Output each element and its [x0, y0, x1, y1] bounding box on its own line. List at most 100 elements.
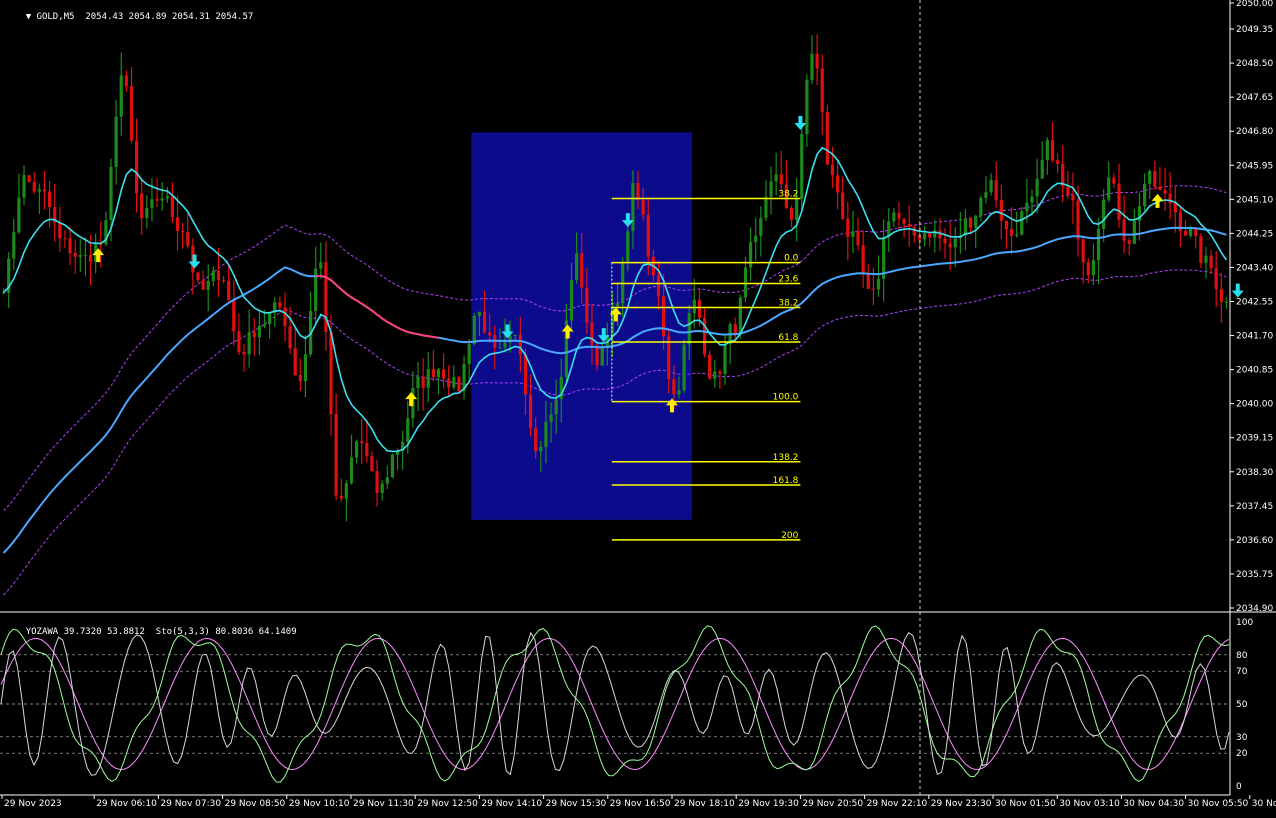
bear-candle-body [902, 218, 906, 224]
bear-candle-body [528, 394, 533, 429]
bear-candle-body [32, 182, 36, 192]
bear-candle-body [441, 369, 446, 379]
bear-candle-body [1219, 289, 1223, 303]
bull-candle-body [78, 255, 82, 257]
time-tick-label: 30 Nov 04:30 [1123, 799, 1184, 809]
bear-candle-body [140, 193, 144, 218]
bear-candle-body [124, 75, 128, 87]
bear-candle-body [63, 238, 67, 240]
fib-level-label: 200 [781, 531, 798, 541]
bull-candle-body [687, 313, 691, 345]
osc-tick-label: 0 [1236, 782, 1242, 792]
bear-candle-body [917, 235, 922, 240]
bull-candle-body [774, 174, 778, 182]
bear-candle-body [1194, 228, 1198, 237]
bear-candle-body [288, 326, 292, 349]
time-tick-label: 29 Nov 23:30 [931, 799, 992, 809]
price-tick-label: 2044.25 [1236, 229, 1273, 239]
bull-candle-body [759, 217, 763, 236]
bull-candle-body [206, 280, 210, 290]
bull-candle-body [1204, 255, 1208, 263]
osc-tick-label: 100 [1236, 618, 1253, 628]
bear-candle-body [221, 280, 226, 282]
osc-tick-label: 20 [1236, 749, 1248, 759]
bull-candle-body [1015, 234, 1019, 236]
bull-candle-body [83, 254, 88, 256]
price-tick-label: 2039.15 [1236, 434, 1273, 444]
bear-candle-body [431, 369, 435, 378]
bull-candle-body [165, 196, 169, 199]
bull-candle-body [498, 347, 502, 349]
time-tick-label: 29 Nov 22:10 [867, 799, 928, 809]
price-tick-label: 2038.30 [1236, 468, 1273, 478]
bear-candle-body [482, 311, 487, 333]
bear-candle-body [672, 379, 676, 395]
bear-candle-body [1004, 220, 1009, 230]
bull-candle-body [554, 399, 558, 415]
bull-candle-body [513, 335, 517, 337]
symbol-header: ▼ GOLD,M5 2054.43 2054.89 2054.31 2054.5… [4, 2, 254, 32]
bull-candle-body [467, 343, 471, 365]
price-tick-label: 2048.50 [1236, 59, 1273, 69]
bear-candle-body [360, 441, 364, 444]
symbol-menu-icon[interactable]: ▼ [26, 12, 37, 22]
bull-candle-body [626, 231, 630, 263]
bull-candle-body [319, 262, 323, 269]
bull-candle-body [1020, 211, 1024, 235]
price-tick-label: 2042.55 [1236, 297, 1273, 307]
bull-candle-body [600, 346, 604, 366]
bull-candle-body [1102, 199, 1106, 229]
bear-candle-body [1183, 230, 1188, 236]
bear-candle-body [370, 456, 374, 472]
bull-candle-body [355, 441, 359, 458]
bear-candle-body [1055, 160, 1060, 164]
bull-candle-body [1040, 160, 1044, 179]
bull-candle-body [892, 212, 896, 222]
bull-candle-body [349, 457, 354, 484]
sell-arrow-icon [188, 254, 201, 269]
bull-candle-body [539, 446, 543, 452]
bear-candle-body [421, 376, 425, 388]
bear-candle-body [27, 175, 31, 183]
bear-candle-body [181, 230, 185, 233]
bear-candle-body [590, 322, 594, 346]
bear-candle-body [733, 324, 737, 334]
bear-candle-body [835, 175, 840, 193]
bull-candle-body [764, 196, 768, 218]
bear-candle-body [948, 243, 952, 248]
bull-candle-body [436, 369, 441, 378]
bull-candle-body [145, 207, 149, 218]
bear-candle-body [293, 348, 297, 376]
bull-candle-body [344, 483, 348, 499]
bull-candle-body [1132, 220, 1136, 244]
time-tick-label: 30 Nov 01:50 [995, 799, 1056, 809]
bull-candle-body [677, 390, 681, 395]
bull-candle-body [738, 297, 742, 334]
bull-candle-body [1148, 171, 1152, 184]
bear-candle-body [134, 140, 139, 194]
time-tick-label: 29 Nov 14:10 [481, 799, 542, 809]
bear-candle-body [907, 223, 911, 227]
bear-candle-body [1158, 186, 1162, 190]
bear-candle-body [1153, 171, 1157, 187]
bull-candle-body [17, 197, 21, 233]
bear-candle-body [1163, 189, 1167, 194]
bull-candle-body [1, 292, 6, 294]
bear-candle-body [88, 254, 93, 262]
bull-candle-body [1091, 260, 1096, 276]
bear-candle-body [1122, 219, 1126, 241]
bear-candle-body [636, 183, 640, 200]
bull-candle-body [37, 189, 41, 192]
bear-candle-body [534, 428, 538, 452]
bear-candle-body [329, 331, 333, 414]
bear-candle-body [155, 199, 159, 201]
bull-candle-body [748, 241, 753, 268]
bull-candle-body [12, 232, 16, 259]
price-tick-label: 2045.10 [1236, 195, 1273, 205]
bull-candle-body [406, 418, 410, 442]
oscillator-label: YOZAWA 39.7320 53.8812 Sto(5,3,3) 80.803… [25, 627, 297, 637]
bear-candle-body [68, 238, 72, 254]
osc-tick-label: 50 [1236, 700, 1248, 710]
bear-candle-body [283, 307, 287, 327]
time-tick-label: 29 Nov 2023 [4, 799, 62, 809]
